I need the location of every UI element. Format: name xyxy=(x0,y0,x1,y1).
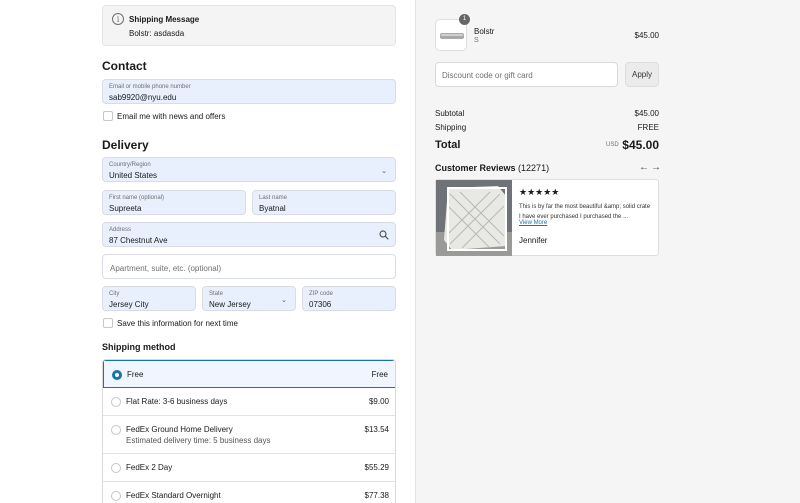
shipping-option-fedex-overnight[interactable]: FedEx Standard Overnight $77.38 xyxy=(103,482,395,503)
review-photo xyxy=(436,180,512,256)
apartment-field[interactable]: Apartment, suite, etc. (optional) xyxy=(102,254,396,279)
shipping-option-fedex-ground[interactable]: FedEx Ground Home Delivery Estimated del… xyxy=(103,416,395,454)
last-name-field[interactable]: Last name Byatnal xyxy=(252,190,396,215)
chevron-down-icon: ⌄ xyxy=(381,168,387,175)
city-label: City xyxy=(109,291,120,297)
review-text: This is by far the most beautiful &amp; … xyxy=(519,204,651,220)
crate-image-icon xyxy=(436,180,512,256)
zip-field[interactable]: ZIP code 07306 xyxy=(302,286,396,311)
shipping-option-price: $13.54 xyxy=(364,425,389,434)
address-value: 87 Chestnut Ave xyxy=(109,236,168,245)
arrow-left-icon[interactable]: ← xyxy=(639,162,649,173)
country-select[interactable]: Country/Region United States ⌄ xyxy=(102,157,396,182)
contact-heading: Contact xyxy=(102,59,147,73)
last-name-value: Byatnal xyxy=(259,204,286,213)
shipping-option-free[interactable]: Free Free xyxy=(103,360,395,388)
rating-stars: ★★★★★ xyxy=(519,187,560,197)
search-icon[interactable] xyxy=(379,230,389,240)
review-card: ★★★★★ This is by far the most beautiful … xyxy=(435,179,659,256)
info-icon: i xyxy=(112,13,124,25)
first-name-field[interactable]: First name (optional) Supreeta xyxy=(102,190,246,215)
apply-button[interactable]: Apply xyxy=(625,62,659,87)
shipping-option-fedex-2day[interactable]: FedEx 2 Day $55.29 xyxy=(103,454,395,482)
total-label: Total xyxy=(435,139,461,151)
shipping-option-name: FedEx Ground Home Delivery xyxy=(126,425,233,434)
country-value: United States xyxy=(109,171,158,180)
news-checkbox[interactable] xyxy=(103,111,113,121)
shipping-option-price: $55.29 xyxy=(364,463,389,472)
first-name-label: First name (optional) xyxy=(109,195,165,201)
shipping-method-heading: Shipping method xyxy=(102,342,176,352)
shipping-option-name: FedEx 2 Day xyxy=(126,463,173,472)
shipping-option-name: Free xyxy=(127,370,144,379)
state-label: State xyxy=(209,291,224,297)
shipping-option-flat-rate[interactable]: Flat Rate: 3-6 business days $9.00 xyxy=(103,388,395,416)
notice-message: Bolstr: asdasda xyxy=(129,29,185,38)
delivery-heading: Delivery xyxy=(102,138,149,152)
radio[interactable] xyxy=(111,397,121,407)
product-name: Bolstr xyxy=(474,27,495,36)
subtotal-value: $45.00 xyxy=(634,109,659,118)
product-price: $45.00 xyxy=(634,31,659,40)
reviews-title: Customer Reviews (12271) xyxy=(435,163,549,173)
total-value: $45.00 xyxy=(622,138,659,152)
reviews-title-text: Customer Reviews xyxy=(435,163,516,173)
state-select[interactable]: State New Jersey ⌄ xyxy=(202,286,296,311)
address-field[interactable]: Address 87 Chestnut Ave xyxy=(102,222,396,247)
arrow-right-icon[interactable]: → xyxy=(651,162,661,173)
zip-label: ZIP code xyxy=(309,291,333,297)
radio[interactable] xyxy=(111,463,121,473)
shipping-option-price: $77.38 xyxy=(364,491,389,500)
discount-placeholder: Discount code or gift card xyxy=(442,71,533,80)
shipping-options-list: Free Free Flat Rate: 3-6 business days $… xyxy=(102,359,396,503)
discount-input[interactable]: Discount code or gift card xyxy=(435,62,618,87)
subtotal-label: Subtotal xyxy=(435,109,465,118)
last-name-label: Last name xyxy=(259,195,288,201)
shipping-notice: i Shipping Message Bolstr: asdasda xyxy=(102,5,396,46)
state-value: New Jersey xyxy=(209,300,251,309)
shipping-label: Shipping xyxy=(435,123,467,132)
zip-value: 07306 xyxy=(309,300,332,309)
email-label: Email or mobile phone number xyxy=(109,84,191,90)
save-info-checkbox[interactable] xyxy=(103,318,113,328)
save-info-label: Save this information for next time xyxy=(117,319,238,328)
shipping-option-price: Free xyxy=(371,370,388,379)
quantity-badge: 1 xyxy=(459,14,470,25)
shipping-option-price: $9.00 xyxy=(368,397,389,406)
email-value[interactable]: sab9920@nyu.edu xyxy=(109,93,176,102)
shipping-option-name: FedEx Standard Overnight xyxy=(126,491,221,500)
currency-code: USD xyxy=(606,142,619,148)
country-label: Country/Region xyxy=(109,162,151,168)
shipping-option-name: Flat Rate: 3-6 business days xyxy=(126,397,228,406)
city-value: Jersey City xyxy=(109,300,149,309)
address-label: Address xyxy=(109,227,132,233)
news-checkbox-label: Email me with news and offers xyxy=(117,112,226,121)
radio[interactable] xyxy=(111,491,121,501)
product-variant: S xyxy=(474,37,479,44)
notice-title: Shipping Message xyxy=(129,15,200,24)
chevron-down-icon: ⌄ xyxy=(281,297,287,304)
shipping-option-estimate: Estimated delivery time: 5 business days xyxy=(126,436,271,445)
apartment-placeholder: Apartment, suite, etc. (optional) xyxy=(110,264,222,273)
email-field[interactable]: Email or mobile phone number sab9920@nyu… xyxy=(102,79,396,104)
radio-selected[interactable] xyxy=(112,370,122,380)
reviews-count: (12271) xyxy=(518,163,550,173)
shipping-value: FREE xyxy=(637,123,659,132)
city-field[interactable]: City Jersey City xyxy=(102,286,196,311)
review-author: Jennifer xyxy=(519,236,548,245)
first-name-value: Supreeta xyxy=(109,204,142,213)
view-more-link[interactable]: View More xyxy=(519,220,547,226)
radio[interactable] xyxy=(111,425,121,435)
